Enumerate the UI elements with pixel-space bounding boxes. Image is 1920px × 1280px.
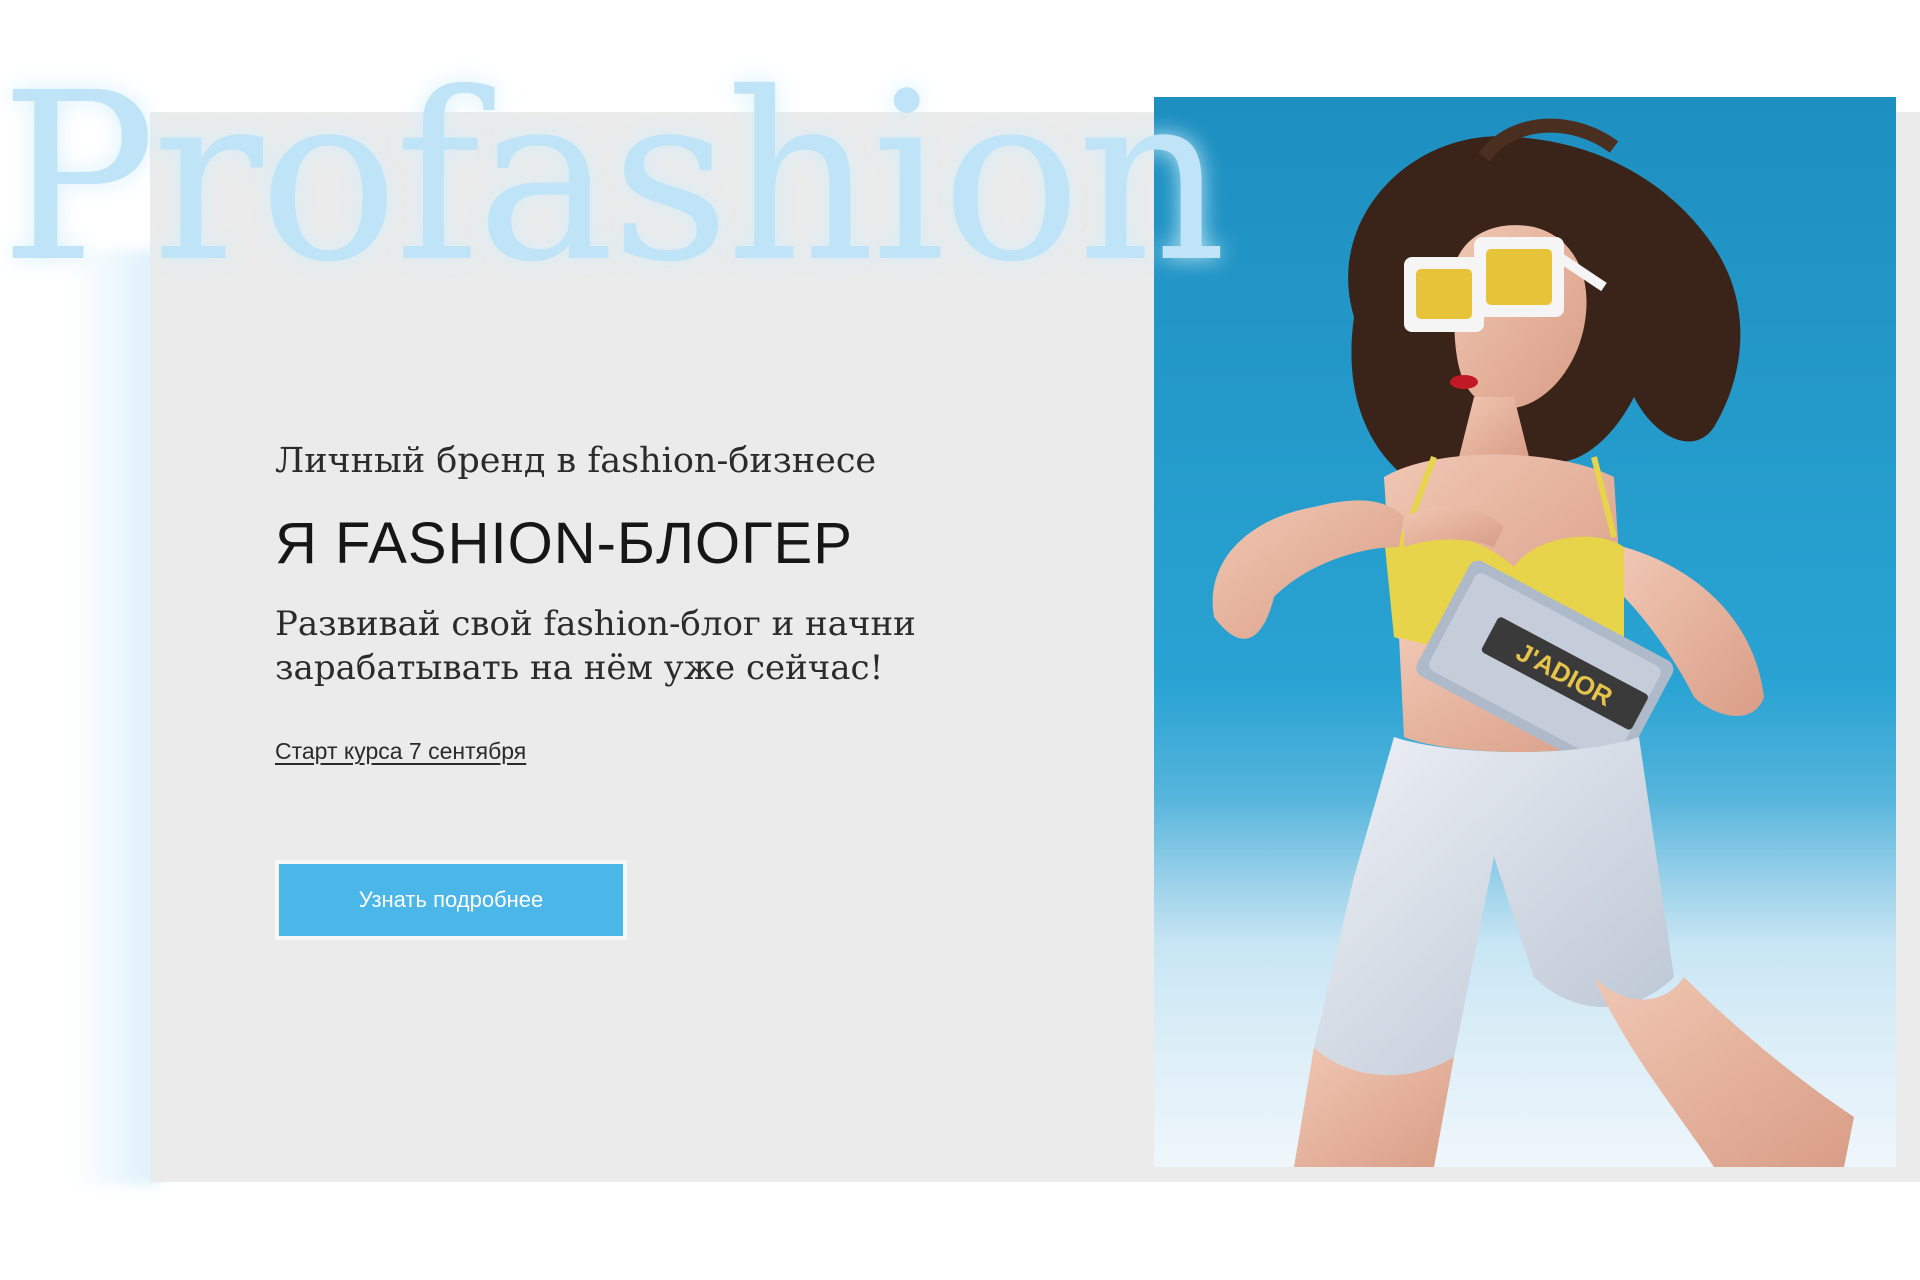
brand-watermark: Profashion bbox=[0, 43, 1227, 313]
hero-photo: J'ADIOR bbox=[1154, 97, 1896, 1167]
panel-glow bbox=[70, 250, 160, 1185]
hero-subtitle: Личный бренд в fashion-бизнесе bbox=[275, 441, 877, 481]
course-start-link[interactable]: Старт курса 7 сентября bbox=[275, 738, 526, 765]
hero-description: Развивай свой fashion-блог и начни зараб… bbox=[275, 603, 916, 688]
hero-content: Личный бренд в fashion-бизнесе Я FASHION… bbox=[275, 440, 1075, 765]
landing-page: J'ADIOR Profashion Личный бренд в fashio… bbox=[0, 0, 1920, 1280]
learn-more-button[interactable]: Узнать подробнее bbox=[275, 860, 627, 940]
hero-title: Я FASHION-БЛОГЕР bbox=[275, 511, 853, 576]
